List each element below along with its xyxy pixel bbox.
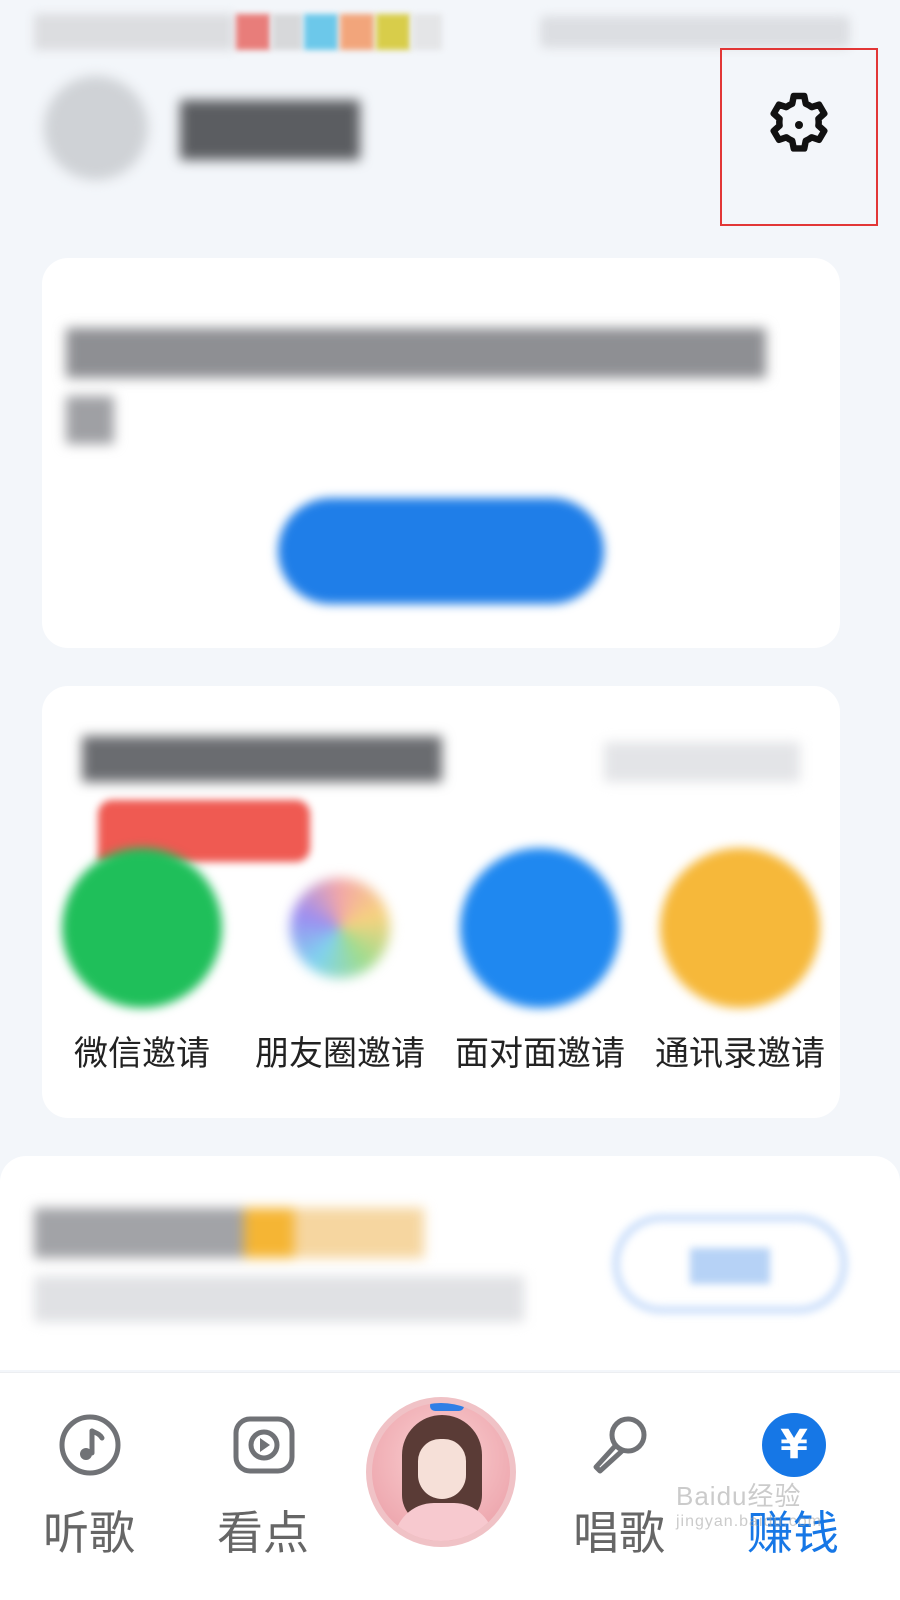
status-bar-right	[540, 16, 850, 48]
contacts-icon	[660, 848, 820, 1008]
task-description	[34, 1276, 524, 1322]
invite-face-to-face[interactable]: 面对面邀请	[440, 848, 640, 1084]
invite-moments[interactable]: 朋友圈邀请	[240, 848, 440, 1084]
moments-icon	[290, 878, 390, 978]
music-note-icon	[59, 1414, 121, 1476]
nav-tab-watch[interactable]: 看点	[188, 1373, 338, 1600]
notice-action-button[interactable]	[278, 498, 604, 604]
settings-button[interactable]	[720, 48, 878, 226]
status-bar-left	[34, 14, 454, 50]
watermark-url: jingyan.baidu.com	[676, 1513, 822, 1530]
notice-card	[42, 258, 840, 648]
nav-tab-sing-label: 唱歌	[573, 1506, 665, 1560]
notice-text-continued	[66, 396, 114, 444]
playback-progress-indicator	[430, 1403, 464, 1411]
invite-card: 微信邀请 朋友圈邀请 面对面邀请 通讯录邀请	[42, 686, 840, 1118]
wechat-icon	[62, 848, 222, 1008]
invite-wechat-label: 微信邀请	[74, 1034, 210, 1074]
task-title	[34, 1208, 424, 1258]
microphone-icon	[593, 1416, 647, 1474]
invite-contacts[interactable]: 通讯录邀请	[640, 848, 840, 1084]
nav-tab-listen[interactable]: 听歌	[14, 1373, 164, 1600]
nav-tab-watch-label: 看点	[217, 1506, 309, 1560]
nav-tab-sing[interactable]: 唱歌	[544, 1373, 694, 1600]
play-icon	[233, 1416, 295, 1474]
invite-moments-label: 朋友圈邀请	[255, 1034, 425, 1074]
gear-icon	[770, 92, 828, 152]
watermark: Baidu经验 jingyan.baidu.com	[676, 1476, 822, 1531]
task-card	[0, 1156, 900, 1370]
invite-contacts-label: 通讯录邀请	[655, 1034, 825, 1074]
notice-text	[66, 328, 766, 378]
invite-more-link[interactable]	[604, 742, 800, 782]
face-to-face-icon	[460, 848, 620, 1008]
user-avatar[interactable]	[44, 76, 148, 180]
yuan-icon: ¥	[762, 1413, 826, 1477]
nav-tab-listen-label: 听歌	[43, 1506, 135, 1560]
invite-heading	[82, 736, 442, 782]
watermark-text: Baidu经验	[676, 1481, 802, 1511]
now-playing-avatar[interactable]	[366, 1397, 516, 1547]
invite-face-to-face-label: 面对面邀请	[455, 1034, 625, 1074]
task-action-button[interactable]	[612, 1214, 848, 1314]
user-name[interactable]	[180, 100, 360, 160]
invite-wechat[interactable]: 微信邀请	[42, 848, 242, 1084]
